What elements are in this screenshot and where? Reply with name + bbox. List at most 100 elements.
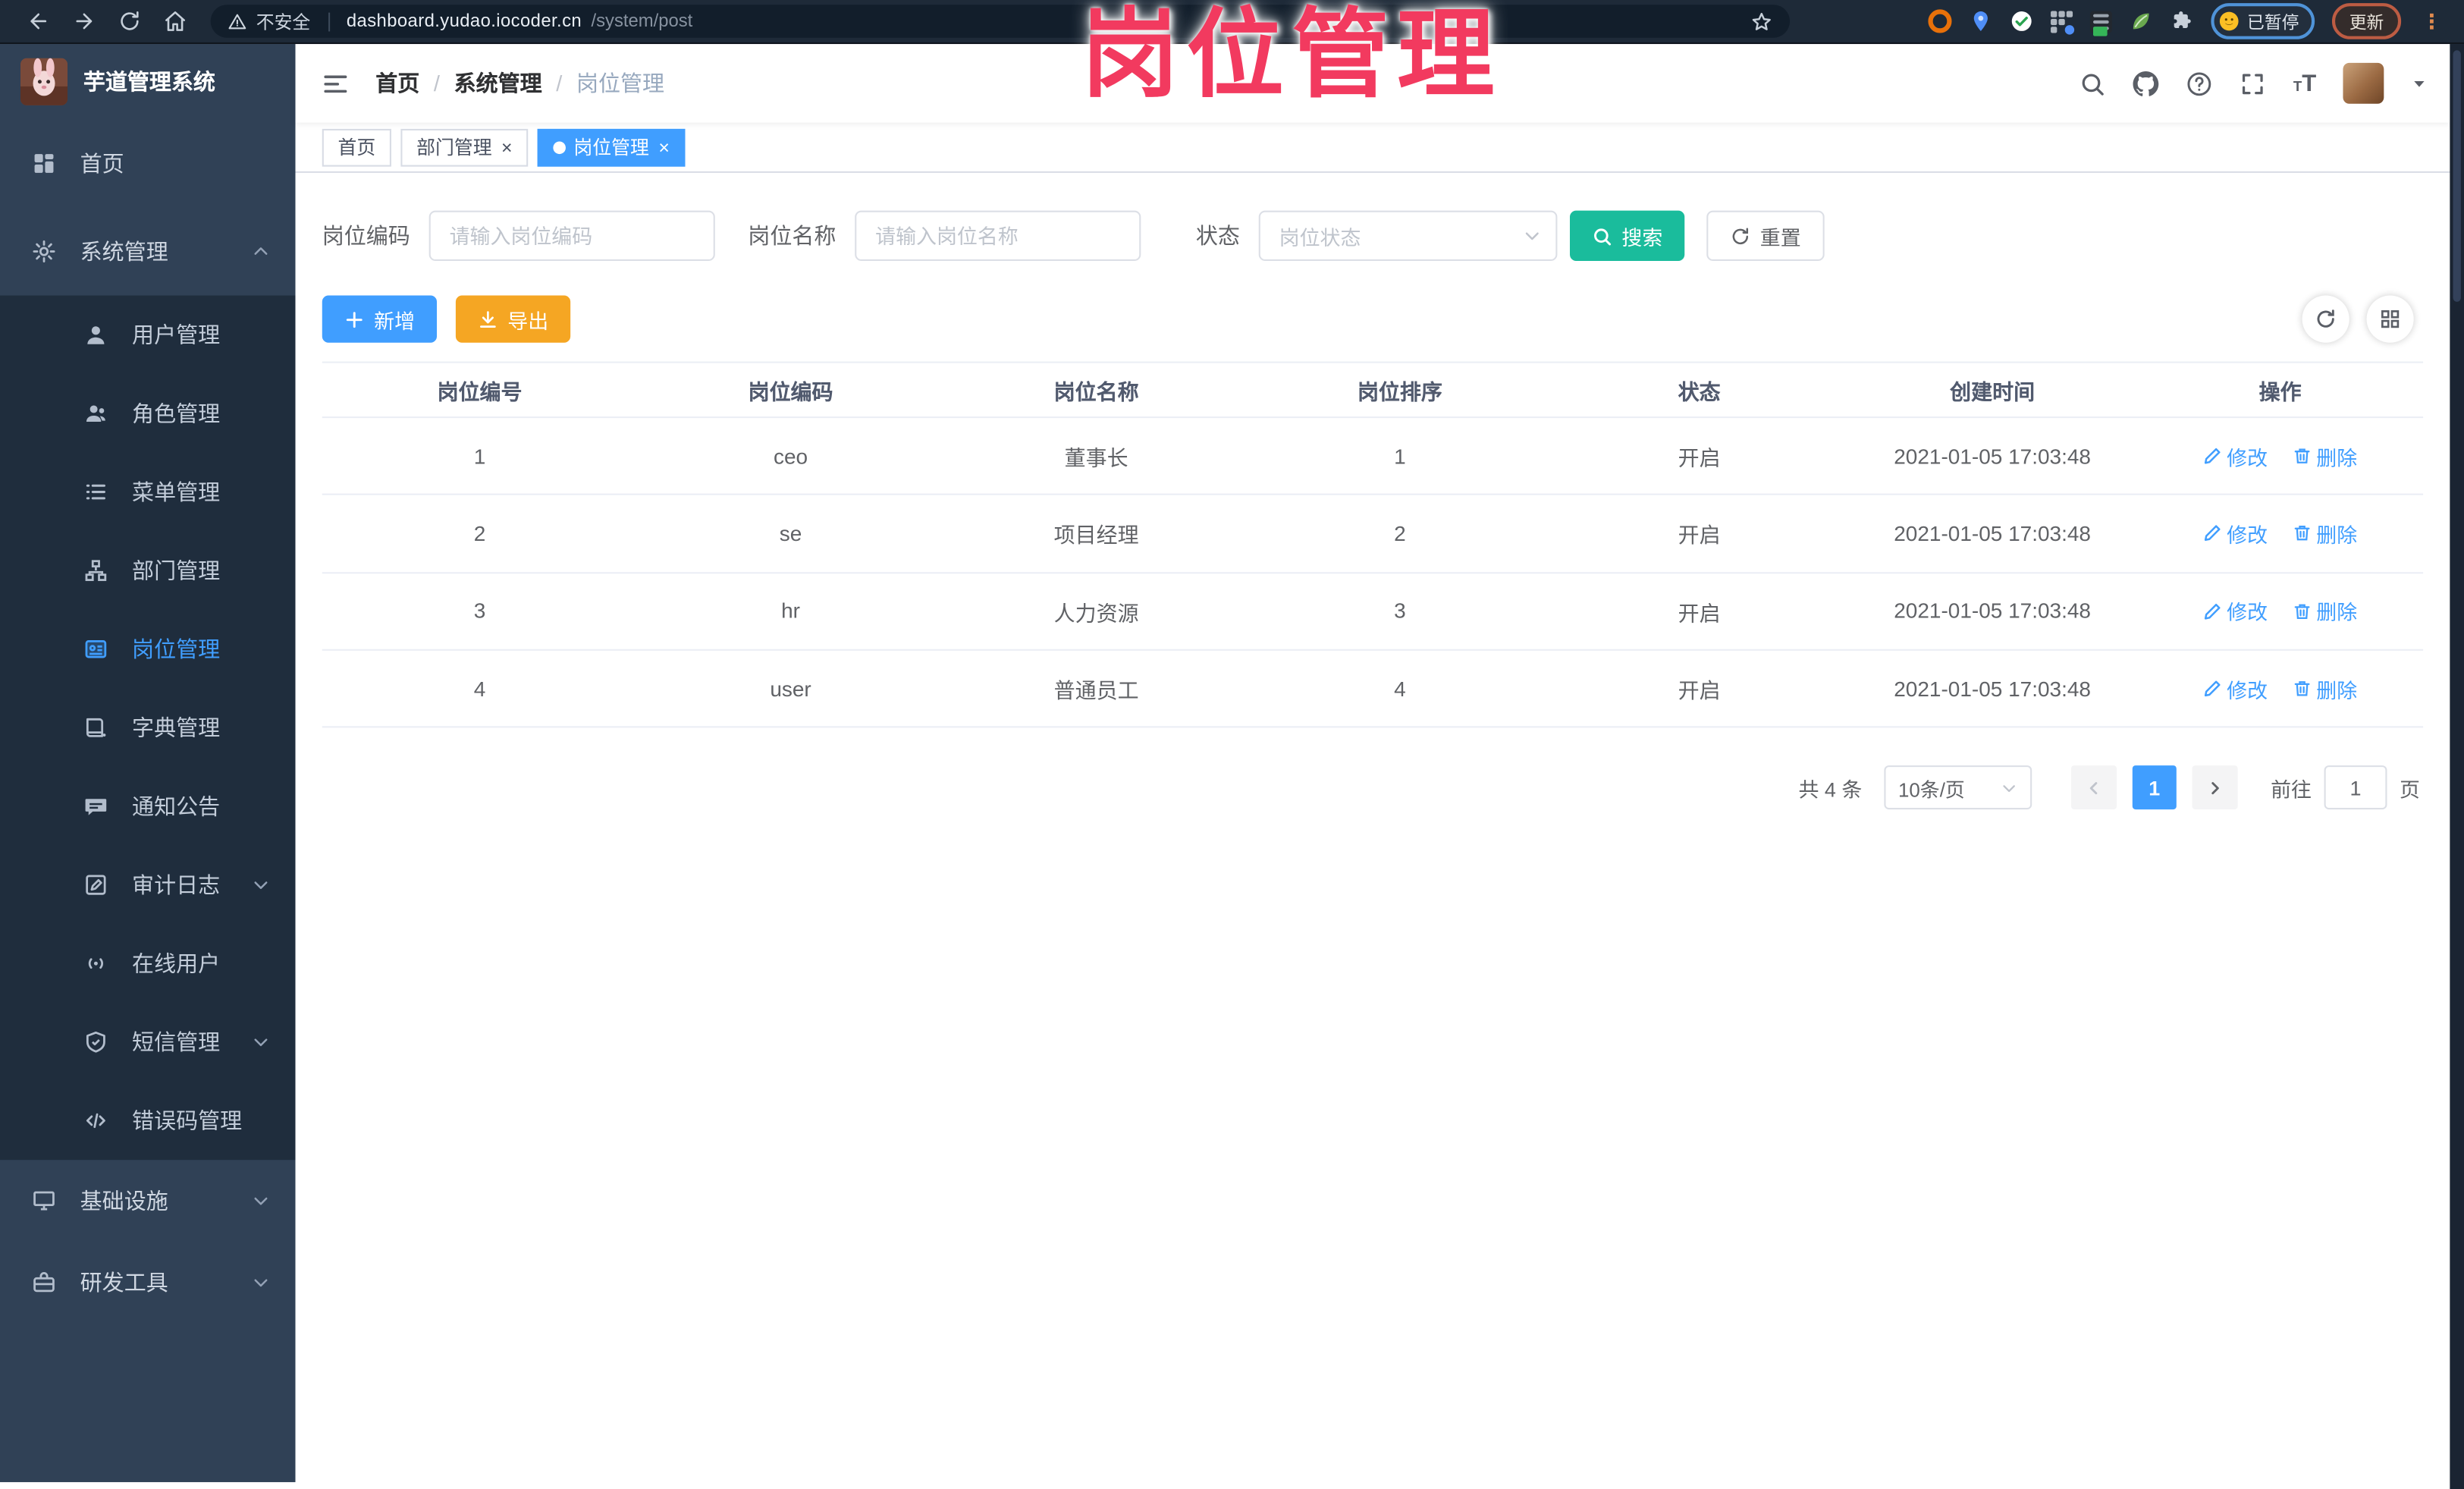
monitor-icon [33,1191,55,1211]
delete-link[interactable]: 删除 [2293,441,2357,471]
next-page-button[interactable] [2192,765,2238,810]
extension-check-icon[interactable] [2010,9,2033,33]
breadcrumb-home[interactable]: 首页 [375,68,419,99]
scrollbar-thumb[interactable] [2453,50,2461,302]
bookmark-star-icon[interactable] [1750,10,1772,32]
url-host[interactable]: dashboard.yudao.iocoder.cn [347,12,582,31]
user-avatar[interactable] [2343,62,2384,104]
sidebar-item-dictionary[interactable]: 字典管理 [0,689,296,768]
collapse-sidebar-icon[interactable] [322,70,349,96]
table-row: 3 hr 人力资源 3 开启 2021-01-05 17:03:48 修改 删除 [322,573,2424,651]
sidebar-item-dev-tools[interactable]: 研发工具 [0,1242,296,1324]
edit-link[interactable]: 修改 [2203,596,2268,626]
close-icon[interactable]: × [658,137,670,156]
navbar-actions: TT [2079,62,2428,104]
sidebar-item-menus[interactable]: 菜单管理 [0,453,296,532]
edit-link[interactable]: 修改 [2203,441,2268,471]
sidebar-item-label: 研发工具 [80,1270,168,1296]
edit-link[interactable]: 修改 [2203,674,2268,703]
sidebar-item-home[interactable]: 首页 [0,119,296,207]
breadcrumb-system[interactable]: 系统管理 [454,68,542,99]
sidebar-item-sms[interactable]: 短信管理 [0,1003,296,1082]
fullscreen-icon[interactable] [2240,70,2266,96]
main-panel: 首页 / 系统管理 / 岗位管理 TT 首页 部门管理 × 岗位管理 × 岗位编… [295,44,2450,1489]
caret-down-icon[interactable] [2411,74,2428,92]
sidebar-item-label: 系统管理 [80,238,168,265]
sidebar-item-label: 岗位管理 [132,636,221,662]
cell-post-code: se [779,521,802,545]
status-select-placeholder: 岗位状态 [1279,225,1361,250]
github-icon[interactable] [2133,70,2159,96]
tab-label: 部门管理 [416,137,492,159]
table-row: 1 ceo 董事长 1 开启 2021-01-05 17:03:48 修改 删除 [322,418,2424,496]
back-icon[interactable] [27,9,50,33]
cell-post-name: 人力资源 [1053,602,1139,626]
forward-icon[interactable] [72,9,96,33]
sidebar-item-system[interactable]: 系统管理 [0,208,296,296]
refresh-table-button[interactable] [2302,295,2349,343]
download-icon [480,310,496,327]
edit-pencil-icon [2204,448,2221,464]
extension-orange-icon[interactable] [1928,9,1952,33]
post-name-input[interactable] [855,210,1141,261]
export-button[interactable]: 导出 [455,295,571,343]
search-button[interactable]: 搜索 [1569,210,1685,261]
status-select[interactable]: 岗位状态 [1258,210,1558,261]
chevron-down-icon [254,1038,268,1047]
cell-post-sort: 4 [1394,677,1406,701]
search-form: 岗位编码 岗位名称 状态 岗位状态 搜索 [322,210,2423,261]
extension-leaf-icon[interactable] [2130,9,2153,33]
trash-icon [2294,526,2310,542]
delete-label: 删除 [2316,678,2358,702]
tab-posts[interactable]: 岗位管理 × [537,127,686,166]
browser-update-button[interactable]: 更新 [2331,3,2402,39]
browser-menu-icon[interactable]: ⋮ [2422,11,2442,32]
browser-profile-chip[interactable]: 已暂停 [2211,3,2315,39]
prev-page-button[interactable] [2070,765,2117,810]
app-logo[interactable]: 芋道管理系统 [0,44,296,119]
add-button[interactable]: 新增 [322,295,438,343]
help-icon[interactable] [2186,70,2213,96]
sidebar-item-error-codes[interactable]: 错误码管理 [0,1082,296,1161]
shield-icon [86,1031,105,1053]
tags-view-bar: 首页 部门管理 × 岗位管理 × [295,122,2450,173]
reload-icon[interactable] [118,9,141,33]
sidebar-item-roles[interactable]: 角色管理 [0,374,296,453]
sidebar-item-audit-log[interactable]: 审计日志 [0,846,296,925]
sidebar-item-users[interactable]: 用户管理 [0,296,296,375]
tab-home[interactable]: 首页 [322,127,391,166]
address-bar[interactable]: 不安全 dashboard.yudao.iocoder.cn/system/po… [210,5,1791,38]
extension-pin-icon[interactable] [1969,9,1992,33]
edit-link[interactable]: 修改 [2203,519,2268,548]
window-scrollbar[interactable] [2450,44,2464,1489]
delete-link[interactable]: 删除 [2293,674,2357,703]
font-size-icon[interactable]: TT [2293,71,2316,95]
sidebar-item-online-users[interactable]: 在线用户 [0,924,296,1003]
extension-grid-icon[interactable] [2051,10,2075,34]
search-icon[interactable] [2079,70,2106,96]
sidebar-item-notices[interactable]: 通知公告 [0,767,296,846]
column-settings-button[interactable] [2366,295,2414,343]
current-page-button[interactable]: 1 [2132,765,2177,810]
delete-link[interactable]: 删除 [2293,519,2357,548]
sidebar-item-posts[interactable]: 岗位管理 [0,610,296,689]
screen: 不安全 dashboard.yudao.iocoder.cn/system/po… [0,0,2464,1489]
sidebar-item-departments[interactable]: 部门管理 [0,531,296,610]
reset-button[interactable]: 重置 [1706,210,1825,261]
omnibox-divider [328,11,330,31]
delete-link[interactable]: 删除 [2293,596,2357,626]
url-path[interactable]: /system/post [592,12,693,31]
extension-gtm-icon[interactable] [2089,10,2112,36]
goto-page-input[interactable] [2324,765,2387,810]
sidebar-item-label: 审计日志 [132,872,221,898]
tab-departments[interactable]: 部门管理 × [400,127,529,166]
security-label[interactable]: 不安全 [256,8,310,33]
post-code-input[interactable] [428,210,715,261]
home-icon[interactable] [163,9,187,33]
app-window: 芋道管理系统 首页 系统管理 用户管理 角色管理 菜单管理 部门管理 岗位管理 … [0,44,2450,1489]
close-icon[interactable]: × [501,137,513,156]
extensions-puzzle-icon[interactable] [2171,9,2194,33]
sidebar-item-infrastructure[interactable]: 基础设施 [0,1160,296,1242]
cell-post-name: 普通员工 [1053,679,1139,703]
page-size-select[interactable]: 10条/页 [1884,765,2032,810]
